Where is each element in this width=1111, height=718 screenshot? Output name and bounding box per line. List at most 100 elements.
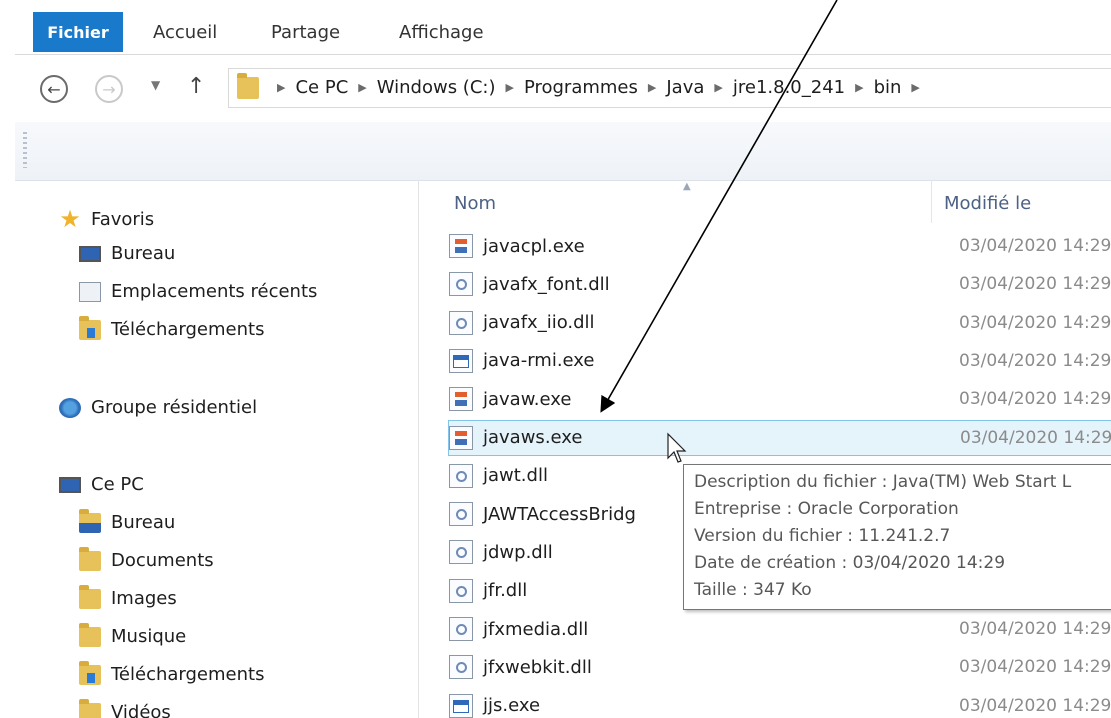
tab-partage[interactable]: Partage	[271, 22, 340, 43]
file-row[interactable]: javaws.exe 03/04/2020 14:29	[448, 419, 1111, 456]
back-button[interactable]: ←	[40, 75, 68, 103]
chevron-right-icon[interactable]: ▶	[714, 81, 722, 94]
nav-favoris-label: Favoris	[91, 208, 155, 230]
file-name: jjs.exe	[483, 695, 541, 717]
file-info-tooltip: Description du fichier : Java(TM) Web St…	[683, 464, 1111, 610]
address-bar[interactable]: ▶ Ce PC ▶ Windows (C:) ▶ Programmes ▶ Ja…	[228, 68, 1111, 108]
file-row[interactable]: javafx_font.dll 03/04/2020 14:29	[449, 266, 1111, 302]
nav-ce-pc[interactable]: Ce PC	[59, 474, 144, 495]
nav-label: Ce PC	[91, 474, 144, 495]
tab-accueil[interactable]: Accueil	[153, 22, 217, 43]
file-modified-date: 03/04/2020 14:29	[959, 236, 1111, 256]
file-modified-date: 03/04/2020 14:29	[959, 695, 1111, 716]
nav-label: Documents	[111, 550, 214, 571]
chevron-right-icon: ▶	[277, 81, 286, 94]
recent-places-icon	[79, 281, 101, 302]
crumb-bin[interactable]: bin	[874, 77, 902, 98]
dll-icon	[449, 655, 473, 680]
crumb-ce-pc[interactable]: Ce PC	[295, 77, 348, 98]
column-header-modifie-le[interactable]: Modifié le	[944, 193, 1031, 214]
file-name: javaw.exe	[483, 388, 572, 410]
nav-pc-documents[interactable]: Documents	[79, 546, 214, 571]
up-arrow-icon[interactable]: ↑	[187, 74, 205, 99]
nav-label: Vidéos	[111, 702, 171, 718]
tab-fichier[interactable]: Fichier	[33, 12, 123, 52]
java-icon	[449, 425, 473, 450]
nav-pc-images[interactable]: Images	[79, 584, 177, 609]
nav-fav-bureau[interactable]: Bureau	[79, 243, 175, 264]
crumb-jre[interactable]: jre1.8.0_241	[733, 77, 845, 98]
nav-label: Téléchargements	[111, 319, 265, 340]
app-icon	[449, 348, 473, 373]
nav-pc-videos[interactable]: Vidéos	[79, 698, 171, 718]
tooltip-size: Taille : 347 Ko	[694, 580, 812, 600]
sort-ascending-icon: ▲	[683, 181, 691, 192]
nav-groupe-residentiel[interactable]: Groupe résidentiel	[59, 397, 257, 418]
nav-fav-telechargements[interactable]: Téléchargements	[79, 315, 265, 340]
file-explorer-window: Fichier Accueil Partage Affichage ← → ▼ …	[15, 0, 1111, 718]
nav-pc-musique[interactable]: Musique	[79, 622, 186, 647]
file-row[interactable]: jfxmedia.dll 03/04/2020 14:29	[449, 611, 1111, 647]
nav-pc-bureau[interactable]: Bureau	[79, 508, 176, 533]
file-row[interactable]: jjs.exe 03/04/2020 14:29	[449, 688, 1111, 718]
dll-icon	[449, 463, 473, 488]
dll-icon	[449, 617, 473, 641]
file-name: jfr.dll	[483, 580, 528, 602]
chevron-right-icon[interactable]: ▶	[358, 81, 366, 94]
tooltip-description: Description du fichier : Java(TM) Web St…	[694, 472, 1072, 492]
file-modified-date: 03/04/2020 14:29	[959, 274, 1111, 295]
desktop-folder-icon	[79, 508, 101, 533]
chevron-right-icon[interactable]: ▶	[855, 81, 863, 94]
downloads-folder-icon	[79, 315, 101, 340]
crumb-java[interactable]: Java	[666, 77, 704, 98]
documents-folder-icon	[79, 546, 101, 571]
crumb-windows-c[interactable]: Windows (C:)	[377, 77, 496, 98]
homegroup-icon	[59, 397, 81, 418]
column-divider[interactable]	[931, 181, 932, 223]
tooltip-version: Version du fichier : 11.241.2.7	[694, 526, 951, 546]
computer-icon	[59, 476, 81, 493]
nav-pc-telechargements[interactable]: Téléchargements	[79, 660, 264, 685]
toolbar-grip[interactable]	[23, 132, 27, 168]
file-row[interactable]: javafx_iio.dll 03/04/2020 14:29	[449, 305, 1111, 341]
column-header-nom[interactable]: Nom	[454, 193, 496, 214]
dll-icon	[449, 502, 473, 527]
breadcrumb: ▶ Ce PC ▶ Windows (C:) ▶ Programmes ▶ Ja…	[267, 77, 930, 98]
file-row[interactable]: javacpl.exe 03/04/2020 14:29	[449, 228, 1111, 264]
nav-label: Emplacements récents	[111, 281, 318, 302]
file-name: javaws.exe	[483, 427, 583, 448]
nav-favoris[interactable]: ★ Favoris	[59, 205, 154, 233]
tab-affichage[interactable]: Affichage	[399, 22, 484, 43]
java-icon	[449, 234, 473, 258]
dll-icon	[449, 578, 473, 603]
file-modified-date: 03/04/2020 14:29	[960, 427, 1111, 448]
dll-icon	[449, 272, 473, 297]
nav-label: Groupe résidentiel	[91, 397, 258, 418]
chevron-right-icon[interactable]: ▶	[505, 81, 513, 94]
recent-locations-dropdown[interactable]: ▼	[151, 78, 160, 92]
file-name: javafx_font.dll	[483, 273, 610, 295]
chevron-right-icon[interactable]: ▶	[648, 81, 656, 94]
arrow-left-icon: ←	[47, 79, 61, 99]
nav-label: Bureau	[111, 512, 176, 533]
arrow-right-icon: →	[102, 79, 116, 99]
file-row[interactable]: javaw.exe 03/04/2020 14:29	[449, 381, 1111, 417]
app-icon	[449, 693, 473, 718]
forward-button[interactable]: →	[95, 75, 123, 103]
file-name: JAWTAccessBridg	[483, 503, 636, 525]
crumb-programmes[interactable]: Programmes	[524, 77, 638, 98]
nav-fav-emplacements-recents[interactable]: Emplacements récents	[79, 281, 317, 302]
pictures-folder-icon	[79, 584, 101, 609]
tooltip-created: Date de création : 03/04/2020 14:29	[694, 553, 1006, 573]
videos-folder-icon	[79, 698, 101, 718]
tooltip-company: Entreprise : Oracle Corporation	[694, 499, 959, 519]
file-name: jfxwebkit.dll	[483, 656, 592, 678]
nav-label: Images	[111, 588, 177, 609]
dll-icon	[449, 540, 473, 565]
chevron-right-icon[interactable]: ▶	[911, 81, 919, 94]
file-modified-date: 03/04/2020 14:29	[959, 619, 1111, 639]
file-row[interactable]: java-rmi.exe 03/04/2020 14:29	[449, 343, 1111, 379]
file-list: ▲ Nom Modifié le javacpl.exe 03/04/2020 1…	[419, 181, 1111, 718]
file-name: jawt.dll	[483, 465, 548, 487]
file-row[interactable]: jfxwebkit.dll 03/04/2020 14:29	[449, 649, 1111, 685]
